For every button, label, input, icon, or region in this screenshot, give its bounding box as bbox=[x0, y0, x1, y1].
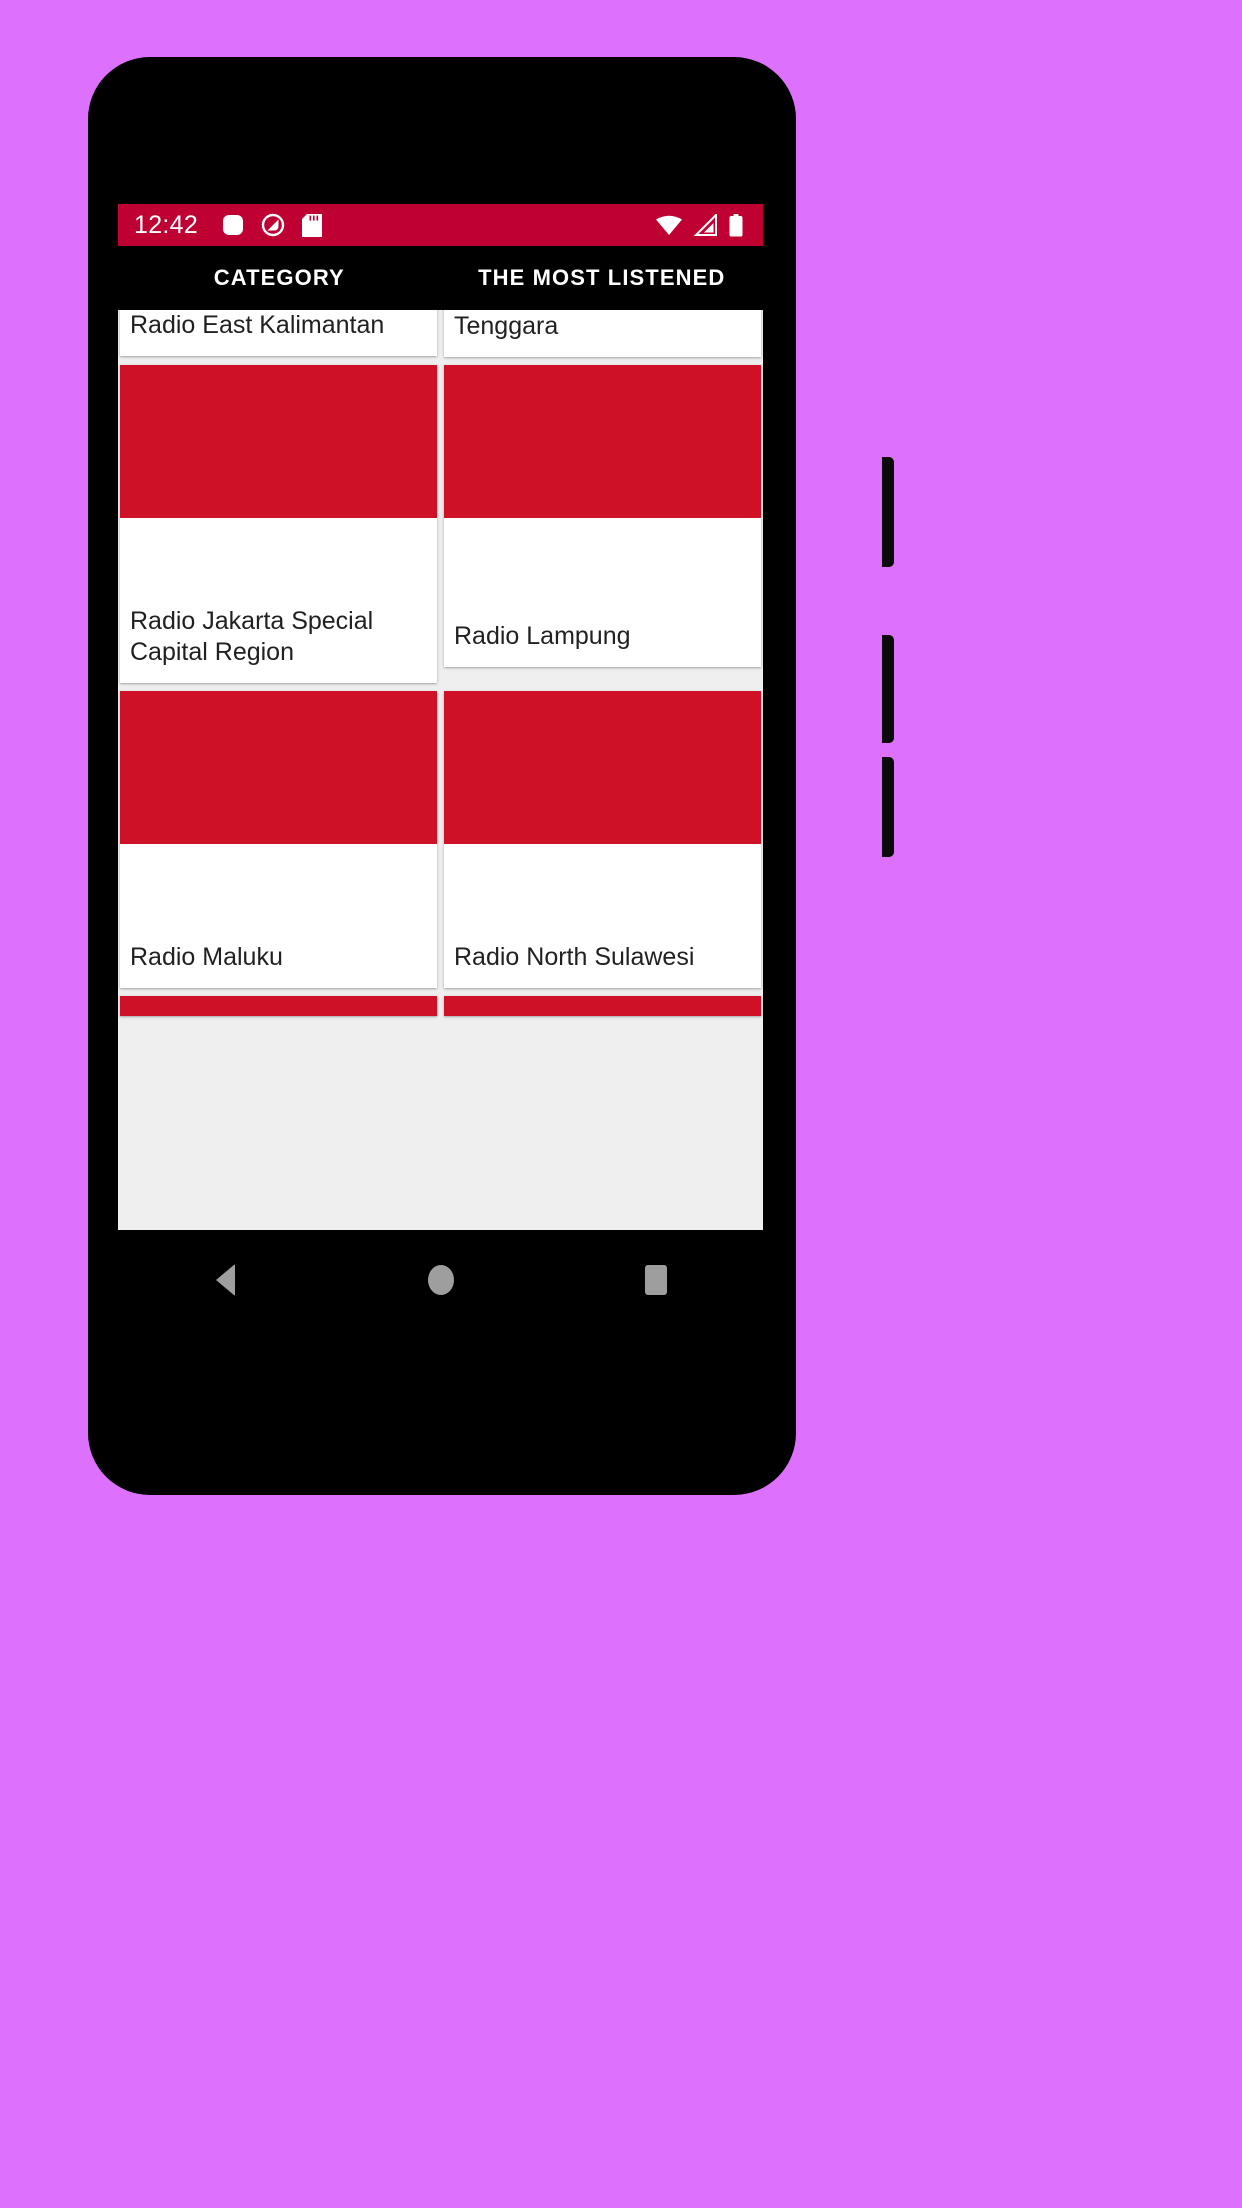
status-bar-clock: 12:42 bbox=[134, 210, 199, 239]
radio-card-title: Radio East Nusa Tenggara bbox=[454, 312, 559, 340]
nav-recents-button[interactable] bbox=[619, 1243, 693, 1317]
sd-card-icon bbox=[302, 213, 323, 237]
radio-card[interactable]: Radio Jakarta Special Capital Region bbox=[120, 365, 437, 683]
cellular-signal-icon bbox=[694, 214, 717, 236]
radio-card-cell: Radio East Kalimantan bbox=[120, 310, 437, 365]
status-bar: 12:42 bbox=[118, 204, 763, 246]
back-triangle-icon bbox=[216, 1264, 235, 1296]
radio-card-spacer bbox=[444, 844, 761, 942]
radio-card-title: Radio Jakarta Special Capital Region bbox=[130, 607, 374, 666]
home-circle-icon bbox=[427, 1265, 454, 1295]
radio-card-image bbox=[120, 691, 437, 844]
radio-card-cell bbox=[120, 996, 437, 1024]
radio-card[interactable] bbox=[444, 996, 761, 1016]
side-button-bottom[interactable] bbox=[882, 757, 894, 857]
circle-slash-icon bbox=[261, 213, 285, 237]
status-bar-notification-icons bbox=[222, 213, 323, 237]
radio-card-spacer bbox=[120, 518, 437, 606]
radio-card-grid: Radio East Kalimantan Radio East Nusa Ten… bbox=[118, 310, 763, 1024]
radio-card-image bbox=[444, 365, 761, 518]
radio-card[interactable]: Radio North Sulawesi bbox=[444, 691, 761, 988]
radio-card-title: Radio East Kalimantan bbox=[130, 311, 385, 339]
radio-card-cell: Radio Lampung bbox=[444, 365, 761, 691]
battery-icon bbox=[729, 213, 743, 236]
tab-bar: CATEGORY THE MOST LISTENED bbox=[118, 246, 763, 310]
android-navigation-bar bbox=[118, 1230, 763, 1330]
radio-card[interactable]: Radio Lampung bbox=[444, 365, 761, 667]
status-bar-system-icons bbox=[655, 213, 747, 237]
radio-card-image bbox=[444, 691, 761, 844]
radio-card-spacer bbox=[120, 844, 437, 942]
tab-category[interactable]: CATEGORY bbox=[118, 246, 441, 310]
radio-card-image bbox=[120, 365, 437, 518]
radio-card-cell: Radio Jakarta Special Capital Region bbox=[120, 365, 437, 691]
side-button-top[interactable] bbox=[882, 457, 894, 567]
phone-screen: 12:42 CATEGORY THE MOST LISTENED Radio E… bbox=[118, 200, 763, 1330]
radio-card[interactable] bbox=[120, 996, 437, 1016]
radio-card-cell: Radio Maluku bbox=[120, 691, 437, 996]
nav-home-button[interactable] bbox=[404, 1243, 478, 1317]
radio-card-image bbox=[444, 996, 761, 1016]
radio-card-cell: Radio North Sulawesi bbox=[444, 691, 761, 996]
side-button-middle[interactable] bbox=[882, 635, 894, 743]
radio-card-cell bbox=[444, 996, 761, 1024]
radio-card-image bbox=[120, 996, 437, 1016]
radio-card-cell: Radio East Nusa Tenggara bbox=[444, 310, 761, 365]
radio-card[interactable]: Radio East Nusa Tenggara bbox=[444, 310, 761, 357]
radio-card[interactable]: Radio Maluku bbox=[120, 691, 437, 988]
rounded-square-icon bbox=[223, 215, 244, 235]
recents-square-icon bbox=[644, 1265, 667, 1295]
nav-back-button[interactable] bbox=[189, 1243, 263, 1317]
wifi-icon bbox=[656, 215, 682, 235]
radio-card-title: Radio Maluku bbox=[130, 943, 283, 971]
radio-card[interactable]: Radio East Kalimantan bbox=[120, 310, 437, 356]
radio-card-spacer bbox=[444, 518, 761, 621]
radio-card-title: Radio North Sulawesi bbox=[454, 943, 695, 971]
radio-list-scroll-area[interactable]: Radio East Kalimantan Radio East Nusa Ten… bbox=[118, 310, 763, 1230]
radio-card-title: Radio Lampung bbox=[454, 622, 631, 650]
tab-the-most-listened[interactable]: THE MOST LISTENED bbox=[441, 246, 764, 310]
